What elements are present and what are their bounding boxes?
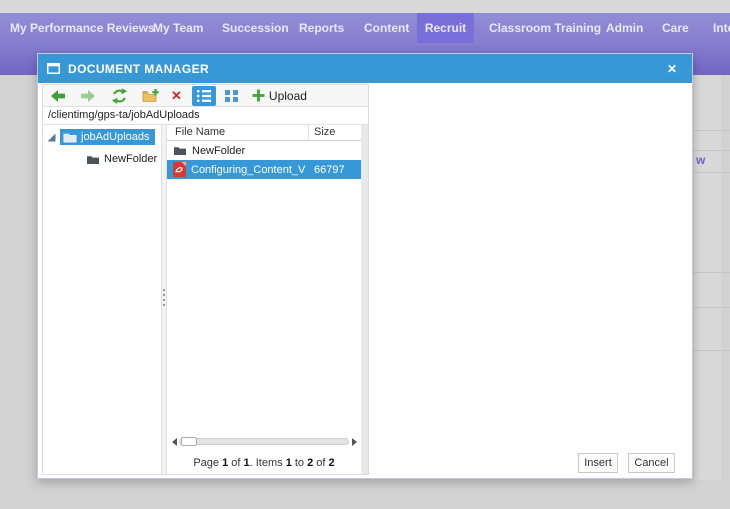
- scroll-left-icon[interactable]: [169, 435, 179, 448]
- background-row-divider: [694, 272, 730, 273]
- folder-tree: jobAdUploads NewFolder: [43, 125, 161, 474]
- window-icon: [47, 63, 60, 74]
- folder-icon: [174, 147, 186, 155]
- file-row-newfolder[interactable]: NewFolder: [167, 141, 361, 160]
- app-screen: My Performance Reviews My Team Successio…: [0, 0, 730, 509]
- new-folder-icon[interactable]: [142, 88, 159, 103]
- tree-node-child-label: NewFolder: [104, 153, 158, 165]
- vertical-scroll-strip[interactable]: [361, 125, 368, 474]
- nav-item-reports[interactable]: Reports: [299, 13, 344, 43]
- tree-node-child[interactable]: NewFolder: [86, 150, 161, 168]
- file-row-name: Configuring_Content_Vendo: [191, 163, 305, 176]
- file-row-pdf-selected[interactable]: Configuring_Content_Vendo 66797: [167, 160, 361, 179]
- close-icon[interactable]: ✕: [663, 54, 681, 83]
- horizontal-scrollbar[interactable]: [169, 435, 359, 448]
- column-header-size[interactable]: Size: [314, 126, 335, 138]
- nav-item-recruit-active[interactable]: Recruit: [417, 13, 474, 43]
- nav-item-content[interactable]: Content: [364, 13, 409, 43]
- file-row-size: 66797: [314, 163, 345, 176]
- upload-plus-icon[interactable]: [252, 89, 265, 102]
- nav-item-integrations-clipped[interactable]: Inte: [713, 13, 730, 43]
- refresh-icon[interactable]: [111, 87, 128, 104]
- back-icon[interactable]: [51, 89, 65, 102]
- dialog-titlebar[interactable]: DOCUMENT MANAGER ✕: [38, 54, 692, 83]
- column-header-file-name[interactable]: File Name: [175, 126, 225, 138]
- pdf-file-icon: [173, 162, 186, 177]
- nav-item-my-team[interactable]: My Team: [153, 13, 203, 43]
- nav-item-admin[interactable]: Admin: [606, 13, 643, 43]
- file-list-panel: File Name Size NewFolder Configuring_Con…: [167, 125, 361, 474]
- background-row-divider: [694, 172, 730, 173]
- file-manager: ✕ Upload /clientimg/gps-ta/jobAdUploads …: [42, 84, 369, 475]
- background-row-divider: [694, 350, 730, 351]
- dialog-content: ✕ Upload /clientimg/gps-ta/jobAdUploads …: [38, 83, 692, 478]
- tree-node-root[interactable]: jobAdUploads: [43, 128, 161, 146]
- list-view-button-active[interactable]: [191, 85, 216, 106]
- background-partial-link: w: [696, 153, 706, 167]
- file-list-header: File Name Size: [167, 125, 361, 141]
- background-row-divider: [694, 130, 730, 131]
- pager-status: Page 1 of 1. Items 1 to 2 of 2: [193, 457, 335, 469]
- upload-button[interactable]: Upload: [269, 89, 307, 103]
- thumbnails-view-button[interactable]: [220, 86, 244, 106]
- scroll-right-icon[interactable]: [349, 435, 359, 448]
- folder-icon: [87, 155, 99, 164]
- address-bar[interactable]: /clientimg/gps-ta/jobAdUploads: [43, 107, 368, 125]
- forward-icon[interactable]: [81, 89, 95, 102]
- background-row-divider: [694, 150, 730, 151]
- background-table-column: [694, 75, 721, 480]
- cancel-button[interactable]: Cancel: [628, 453, 675, 473]
- scrollbar-track[interactable]: [179, 437, 349, 446]
- column-divider: [308, 125, 309, 141]
- folder-icon: [63, 133, 77, 143]
- scrollbar-thumb[interactable]: [181, 437, 197, 446]
- file-manager-toolbar: ✕ Upload: [43, 85, 368, 107]
- background-row-divider: [694, 307, 730, 308]
- tree-expander-icon[interactable]: [47, 133, 56, 142]
- splitter-grip-icon: [163, 289, 165, 306]
- nav-item-care[interactable]: Care: [662, 13, 689, 43]
- nav-item-succession[interactable]: Succession: [222, 13, 289, 43]
- browser-chrome-strip: [0, 0, 730, 13]
- nav-item-classroom-training[interactable]: Classroom Training: [489, 13, 601, 43]
- dialog-title: DOCUMENT MANAGER: [68, 61, 210, 76]
- nav-item-my-performance-reviews[interactable]: My Performance Reviews: [10, 13, 155, 43]
- tree-node-root-label[interactable]: jobAdUploads: [60, 129, 155, 145]
- insert-button[interactable]: Insert: [578, 453, 618, 473]
- document-manager-dialog: DOCUMENT MANAGER ✕ ✕ Upload /clientimg/g…: [37, 53, 693, 479]
- file-row-name: NewFolder: [192, 144, 246, 157]
- file-manager-body: jobAdUploads NewFolder File Name Size Ne…: [43, 125, 368, 474]
- delete-icon[interactable]: ✕: [171, 88, 182, 104]
